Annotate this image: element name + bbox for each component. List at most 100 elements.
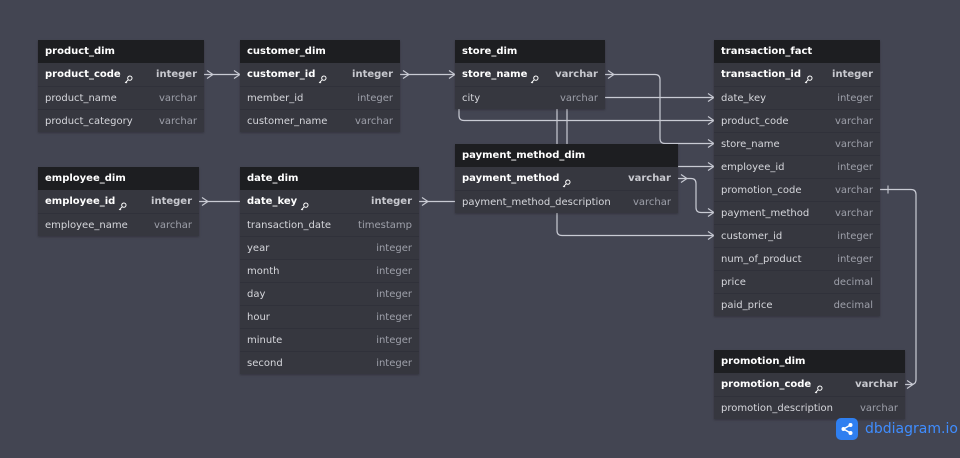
field-name: date_key <box>247 196 298 207</box>
crowfoot-marker <box>402 70 410 79</box>
field-row[interactable]: minute integer <box>240 328 419 351</box>
field-row[interactable]: num_of_product integer <box>714 247 880 270</box>
field-row[interactable]: city varchar <box>455 86 605 109</box>
field-name: store_name <box>462 69 528 80</box>
key-icon <box>530 70 539 84</box>
crowfoot-marker <box>707 231 715 240</box>
field-row[interactable]: second integer <box>240 351 419 374</box>
field-row[interactable]: customer_name varchar <box>240 109 400 132</box>
dbdiagram-logo[interactable]: dbdiagram.io <box>836 418 958 440</box>
field-type: varchar <box>158 115 197 127</box>
field-name: store_name <box>721 138 780 150</box>
key-icon <box>318 70 327 84</box>
field-type: varchar <box>855 379 898 390</box>
table-header[interactable]: payment_method_dim <box>455 144 678 167</box>
crowfoot-marker <box>707 116 715 125</box>
field-name-wrap: customer_id <box>721 225 782 248</box>
edge-store-transaction-productcode <box>458 109 714 122</box>
field-name: product_code <box>721 115 789 127</box>
crowfoot-marker <box>421 197 429 206</box>
field-name-wrap: promotion_description <box>721 397 833 420</box>
key-icon <box>562 174 571 188</box>
field-row[interactable]: payment_method_description varchar <box>455 190 678 213</box>
field-row[interactable]: employee_id integer <box>714 155 880 178</box>
field-type: integer <box>376 242 412 254</box>
key-icon <box>814 380 823 394</box>
table-customer-dim[interactable]: customer_dim customer_id integer member_id i… <box>240 40 400 132</box>
primary-key-field-row[interactable]: store_name varchar <box>455 63 605 86</box>
primary-key-field-row[interactable]: payment_method varchar <box>455 167 678 190</box>
field-type: varchar <box>153 219 192 231</box>
field-name: promotion_description <box>721 402 833 414</box>
table-date-dim[interactable]: date_dim date_key integer transaction_date t… <box>240 167 419 374</box>
field-row[interactable]: member_id integer <box>240 86 400 109</box>
field-row[interactable]: year integer <box>240 236 419 259</box>
field-type: integer <box>376 311 412 323</box>
edge-payment-transaction-customer <box>556 213 714 237</box>
crowfoot-marker <box>707 208 715 217</box>
table-header[interactable]: transaction_fact <box>714 40 880 63</box>
field-name: employee_name <box>45 219 128 231</box>
field-type: integer <box>837 230 873 242</box>
field-row[interactable]: promotion_description varchar <box>714 396 905 419</box>
table-header[interactable]: date_dim <box>240 167 419 190</box>
table-header[interactable]: product_dim <box>38 40 204 63</box>
field-name-wrap: day <box>247 283 265 306</box>
field-name-wrap: employee_id <box>721 156 785 179</box>
primary-key-field-row[interactable]: customer_id integer <box>240 63 400 86</box>
table-header[interactable]: employee_dim <box>38 167 199 190</box>
field-row[interactable]: product_category varchar <box>38 109 204 132</box>
table-promotion-dim[interactable]: promotion_dim promotion_code varchar promot… <box>714 350 905 419</box>
field-row[interactable]: product_name varchar <box>38 86 204 109</box>
primary-key-field-row[interactable]: product_code integer <box>38 63 204 86</box>
field-name-wrap: employee_name <box>45 214 128 237</box>
field-name: year <box>247 242 270 254</box>
field-row[interactable]: store_name varchar <box>714 132 880 155</box>
crowfoot-marker <box>206 70 214 79</box>
field-type: integer <box>376 357 412 369</box>
field-name-wrap: hour <box>247 306 270 329</box>
field-row[interactable]: customer_id integer <box>714 224 880 247</box>
field-row[interactable]: price decimal <box>714 270 880 293</box>
field-type: decimal <box>833 276 873 288</box>
table-header[interactable]: customer_dim <box>240 40 400 63</box>
field-name: payment_method <box>462 173 560 184</box>
edge-payment-transaction-method <box>678 177 714 214</box>
field-row[interactable]: month integer <box>240 259 419 282</box>
field-name: product_name <box>45 92 117 104</box>
table-store-dim[interactable]: store_dim store_name varchar city varchar <box>455 40 605 109</box>
field-row[interactable]: date_key integer <box>714 86 880 109</box>
field-name: payment_method <box>721 207 810 219</box>
table-header[interactable]: promotion_dim <box>714 350 905 373</box>
table-employee-dim[interactable]: employee_dim employee_id integer employee_n… <box>38 167 199 236</box>
key-icon <box>804 70 813 84</box>
field-row[interactable]: payment_method varchar <box>714 201 880 224</box>
table-header[interactable]: store_dim <box>455 40 605 63</box>
field-name-wrap: transaction_id <box>721 63 813 86</box>
field-row[interactable]: day integer <box>240 282 419 305</box>
field-type: integer <box>376 288 412 300</box>
field-row[interactable]: product_code varchar <box>714 109 880 132</box>
field-name-wrap: product_category <box>45 110 133 133</box>
table-product-dim[interactable]: product_dim product_code integer product_na… <box>38 40 204 132</box>
field-name: employee_id <box>45 196 116 207</box>
field-name: member_id <box>247 92 304 104</box>
table-payment-method-dim[interactable]: payment_method_dim payment_method varchar p… <box>455 144 678 213</box>
field-type: integer <box>357 92 393 104</box>
field-name: num_of_product <box>721 253 802 265</box>
primary-key-field-row[interactable]: transaction_id integer <box>714 63 880 86</box>
field-row[interactable]: paid_price decimal <box>714 293 880 316</box>
field-row[interactable]: hour integer <box>240 305 419 328</box>
primary-key-field-row[interactable]: employee_id integer <box>38 190 199 213</box>
field-row[interactable]: transaction_date timestamp <box>240 213 419 236</box>
field-name-wrap: num_of_product <box>721 248 802 271</box>
field-type: varchar <box>834 138 873 150</box>
primary-key-field-row[interactable]: date_key integer <box>240 190 419 213</box>
table-transaction-fact[interactable]: transaction_fact transaction_id integer dat… <box>714 40 880 316</box>
primary-key-field-row[interactable]: promotion_code varchar <box>714 373 905 396</box>
field-name-wrap: employee_id <box>45 190 127 213</box>
field-row[interactable]: employee_name varchar <box>38 213 199 236</box>
field-type: varchar <box>834 184 873 196</box>
field-row[interactable]: promotion_code varchar <box>714 178 880 201</box>
field-name: customer_name <box>247 115 328 127</box>
